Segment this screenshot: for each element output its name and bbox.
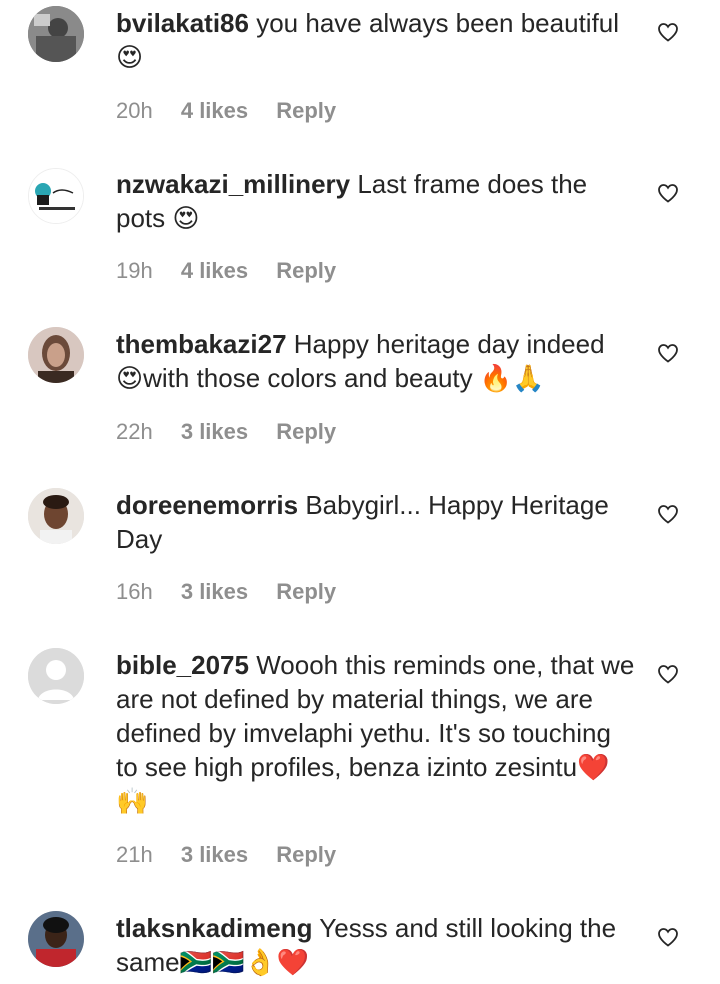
comment-likes-count[interactable]: 3 likes	[181, 419, 248, 444]
avatar[interactable]	[28, 911, 84, 967]
comment-likes-count[interactable]: 3 likes	[181, 579, 248, 604]
comment-text: doreenemorris Babygirl... Happy Heritage…	[116, 488, 636, 556]
avatar[interactable]	[28, 648, 84, 704]
comment-username[interactable]: thembakazi27	[116, 329, 287, 359]
avatar[interactable]	[28, 6, 84, 62]
reply-button[interactable]: Reply	[276, 842, 336, 867]
comment-text: tlaksnkadimeng Yesss and still looking t…	[116, 911, 636, 979]
heart-outline-icon[interactable]	[656, 20, 680, 44]
comment-text: nzwakazi_millinery Last frame does the p…	[116, 167, 636, 235]
comment-timestamp: 20h	[116, 98, 153, 123]
comment-username[interactable]: bvilakati86	[116, 8, 249, 38]
heart-outline-icon[interactable]	[656, 181, 680, 205]
comment-username[interactable]: nzwakazi_millinery	[116, 169, 350, 199]
comment-text: bible_2075 Woooh this reminds one, that …	[116, 648, 636, 818]
reply-button[interactable]: Reply	[276, 98, 336, 123]
comment-timestamp: 22h	[116, 419, 153, 444]
heart-outline-icon[interactable]	[656, 925, 680, 949]
comment-timestamp: 16h	[116, 579, 153, 604]
comment-meta: 22h 3 likes Reply	[116, 418, 336, 446]
comment-username[interactable]: bible_2075	[116, 650, 249, 680]
heart-outline-icon[interactable]	[656, 341, 680, 365]
comment-text: bvilakati86 you have always been beautif…	[116, 6, 636, 74]
comment-meta: 20h 4 likes Reply	[116, 97, 336, 125]
avatar[interactable]	[28, 327, 84, 383]
reply-button[interactable]: Reply	[276, 579, 336, 604]
comment-username[interactable]: doreenemorris	[116, 490, 298, 520]
heart-outline-icon[interactable]	[656, 662, 680, 686]
avatar[interactable]	[28, 488, 84, 544]
comment-text: thembakazi27 Happy heritage day indeed 😍…	[116, 327, 636, 395]
comment-timestamp: 21h	[116, 842, 153, 867]
comment-likes-count[interactable]: 4 likes	[181, 258, 248, 283]
comment-meta: 21h 3 likes Reply	[116, 841, 336, 869]
comment-username[interactable]: tlaksnkadimeng	[116, 913, 313, 943]
comment-likes-count[interactable]: 4 likes	[181, 98, 248, 123]
comment-likes-count[interactable]: 3 likes	[181, 842, 248, 867]
comment-meta: 19h 4 likes Reply	[116, 257, 336, 285]
heart-outline-icon[interactable]	[656, 502, 680, 526]
avatar[interactable]	[28, 168, 84, 224]
comment-timestamp: 19h	[116, 258, 153, 283]
reply-button[interactable]: Reply	[276, 419, 336, 444]
comment-meta: 16h 3 likes Reply	[116, 578, 336, 606]
reply-button[interactable]: Reply	[276, 258, 336, 283]
